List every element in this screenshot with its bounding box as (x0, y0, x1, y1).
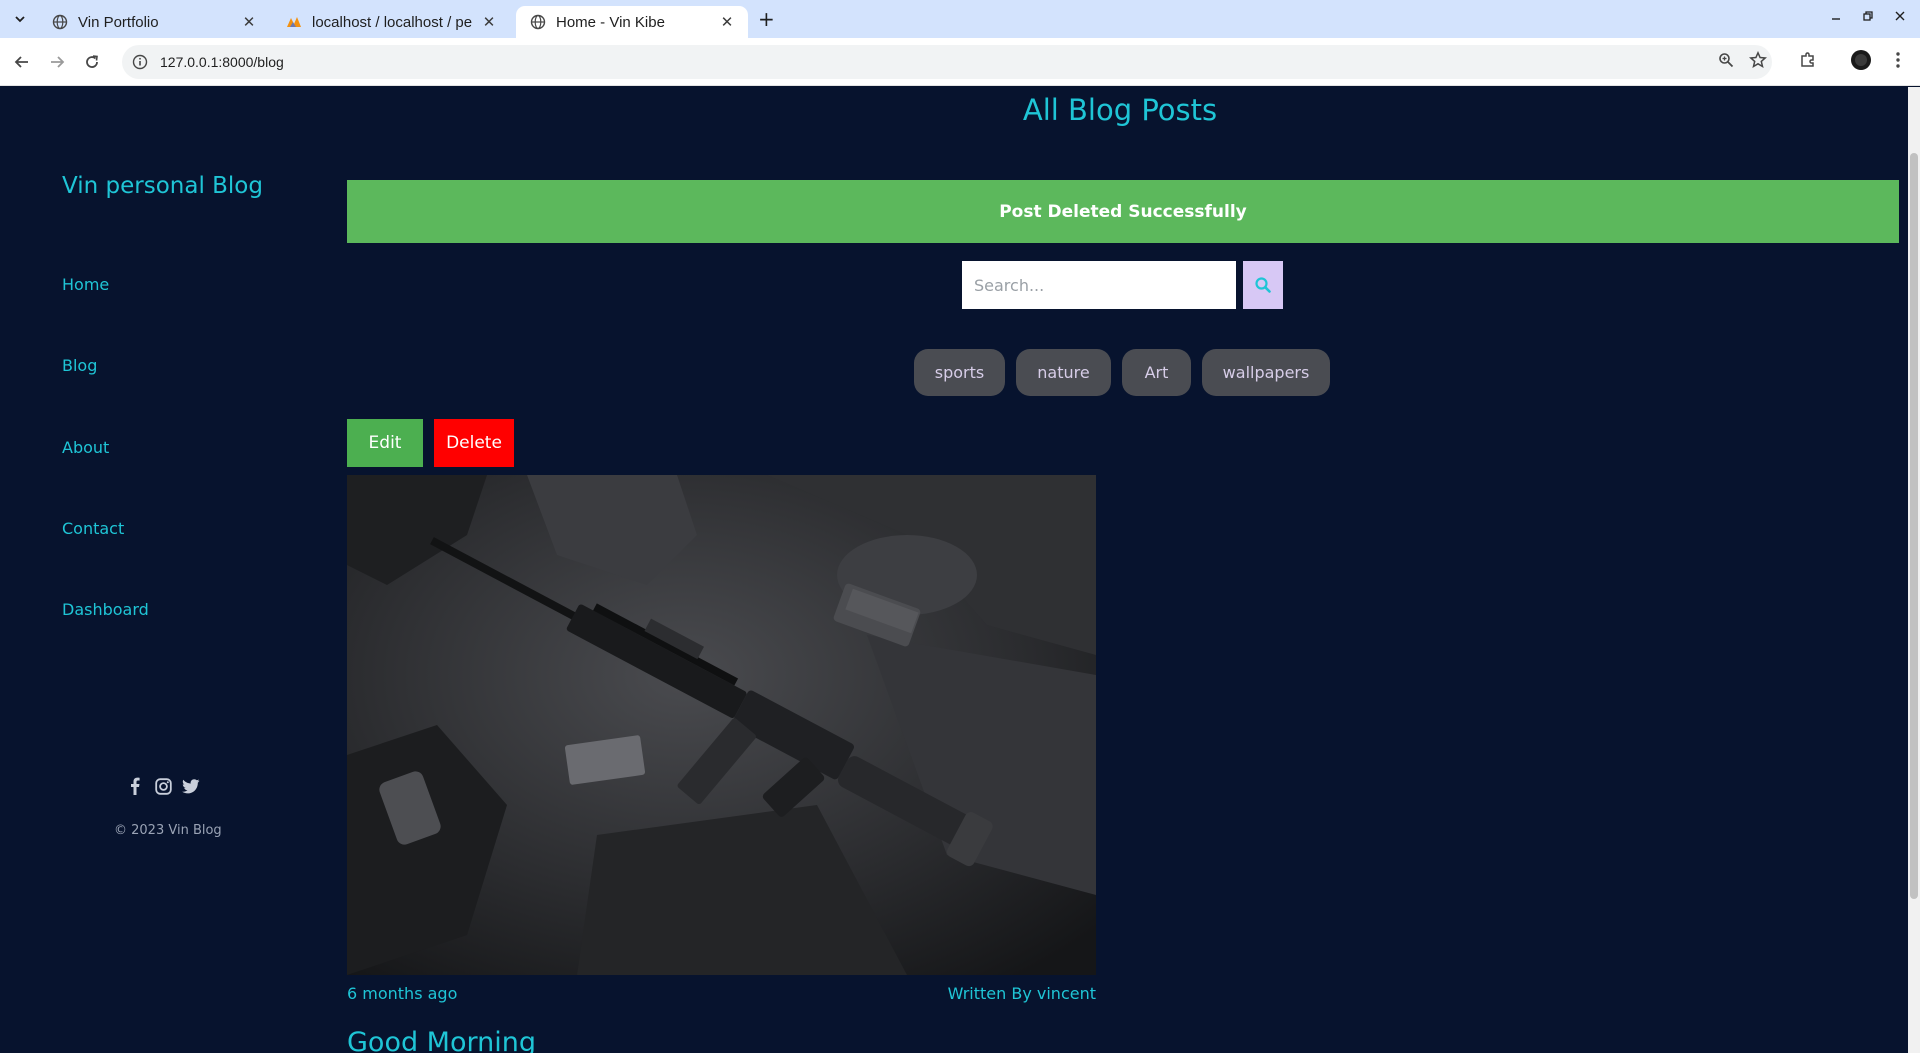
tag-nature[interactable]: nature (1016, 349, 1111, 396)
post-title[interactable]: Good Morning (347, 1027, 536, 1053)
close-icon[interactable]: ✕ (480, 13, 498, 31)
back-arrow-icon[interactable] (10, 50, 34, 74)
minimize-icon[interactable] (1830, 10, 1842, 26)
restore-icon[interactable] (1862, 10, 1874, 26)
tab-title: Home - Vin Kibe (556, 13, 665, 31)
tab-home-vin-kibe[interactable]: Home - Vin Kibe ✕ (516, 6, 748, 38)
post-time: 6 months ago (347, 984, 458, 1003)
globe-icon (530, 14, 546, 30)
nav-link-dashboard[interactable]: Dashboard (62, 600, 149, 619)
more-menu-icon[interactable] (1886, 48, 1910, 72)
globe-icon (52, 14, 68, 30)
nav-link-about[interactable]: About (62, 438, 109, 457)
url-text: 127.0.0.1:8000/blog (160, 54, 284, 70)
tag-label: Art (1144, 363, 1169, 382)
tab-vin-portfolio[interactable]: Vin Portfolio ✕ (38, 6, 270, 38)
instagram-icon[interactable] (154, 777, 172, 795)
page-title: All Blog Posts (1022, 93, 1218, 127)
tab-title: Vin Portfolio (78, 13, 159, 31)
copyright-text: © 2023 Vin Blog (114, 823, 222, 838)
tab-title: localhost / localhost / pe (312, 13, 473, 31)
nav-link-blog[interactable]: Blog (62, 356, 97, 375)
profile-avatar-icon[interactable] (1849, 48, 1873, 72)
extensions-icon[interactable] (1796, 48, 1820, 72)
twitter-icon[interactable] (182, 777, 200, 795)
new-tab-button[interactable]: + (758, 9, 775, 29)
tag-sports[interactable]: sports (914, 349, 1005, 396)
browser-tab-bar: Vin Portfolio ✕ localhost / localhost / … (0, 0, 1920, 38)
bookmark-star-icon[interactable] (1746, 48, 1770, 72)
phpmyadmin-icon (286, 14, 302, 30)
nav-link-home[interactable]: Home (62, 275, 109, 294)
search-input[interactable] (962, 261, 1236, 309)
tab-phpmyadmin[interactable]: localhost / localhost / pe ✕ (272, 6, 510, 38)
forward-arrow-icon[interactable] (45, 50, 69, 74)
post-image[interactable] (347, 475, 1096, 975)
tag-art[interactable]: Art (1122, 349, 1191, 396)
delete-button[interactable]: Delete (434, 419, 514, 467)
social-links (126, 777, 200, 795)
tag-label: nature (1037, 363, 1090, 382)
site-info-icon[interactable] (132, 54, 148, 70)
browser-toolbar: 127.0.0.1:8000/blog (0, 38, 1920, 86)
page-content: Vin personal Blog Home Blog About Contac… (0, 87, 1920, 1053)
tag-wallpapers[interactable]: wallpapers (1202, 349, 1330, 396)
search-icon (1255, 277, 1271, 293)
alert-message: Post Deleted Successfully (999, 201, 1247, 222)
reload-icon[interactable] (80, 50, 104, 74)
post-image-graphic (347, 475, 1096, 975)
address-bar[interactable]: 127.0.0.1:8000/blog (122, 45, 1772, 79)
facebook-icon[interactable] (126, 777, 144, 795)
nav-link-contact[interactable]: Contact (62, 519, 124, 538)
sidebar-brand[interactable]: Vin personal Blog (62, 173, 263, 199)
search-button[interactable] (1243, 261, 1283, 309)
tag-label: wallpapers (1222, 363, 1310, 382)
edit-button[interactable]: Edit (347, 419, 423, 467)
post-author: Written By vincent (947, 984, 1096, 1003)
tag-label: sports (934, 363, 985, 382)
zoom-icon[interactable] (1714, 48, 1738, 72)
tab-search-button[interactable] (10, 8, 30, 30)
window-close-icon[interactable] (1894, 10, 1906, 26)
chevron-down-icon (15, 16, 25, 23)
scrollbar-thumb[interactable] (1910, 153, 1918, 899)
close-icon[interactable]: ✕ (718, 13, 736, 31)
page-scrollbar[interactable] (1908, 87, 1920, 1053)
success-alert: Post Deleted Successfully (347, 180, 1899, 243)
close-icon[interactable]: ✕ (240, 13, 258, 31)
